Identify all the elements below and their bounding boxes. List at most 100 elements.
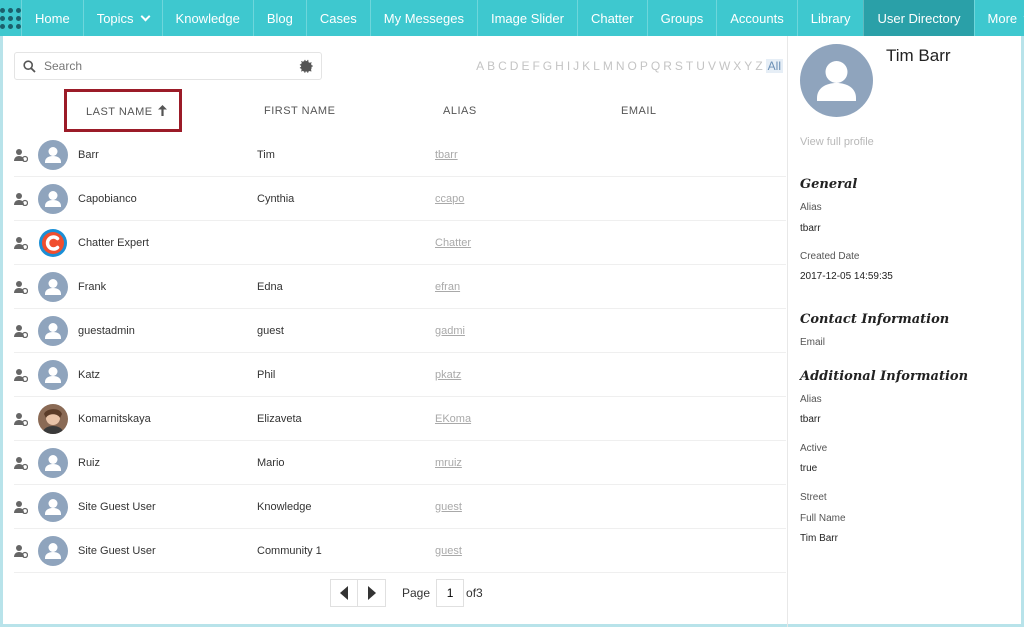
last-name-cell[interactable]: Ruiz — [78, 457, 100, 469]
alias-link[interactable]: gadmi — [435, 325, 465, 337]
user-follow-icon[interactable] — [14, 324, 28, 338]
table-row[interactable]: Chatter Expert Chatter — [14, 221, 786, 265]
letter-p[interactable]: P — [640, 59, 648, 73]
search-box — [14, 52, 322, 80]
last-name-cell[interactable]: guestadmin — [78, 325, 135, 337]
last-name-cell[interactable]: Site Guest User — [78, 545, 156, 557]
letter-s[interactable]: S — [675, 59, 683, 73]
last-name-cell[interactable]: Frank — [78, 281, 106, 293]
nav-blog[interactable]: Blog — [252, 0, 306, 36]
letter-j[interactable]: J — [573, 59, 579, 73]
user-follow-icon[interactable] — [14, 236, 28, 250]
header-last-name[interactable]: LAST NAME — [86, 105, 168, 118]
alias-link[interactable]: Chatter — [435, 237, 471, 249]
active-value: true — [800, 463, 818, 474]
letter-m[interactable]: M — [603, 59, 613, 73]
alias-link[interactable]: ccapo — [435, 193, 464, 205]
contact-section-title: Contact Information — [800, 312, 950, 327]
nav-user-directory[interactable]: User Directory — [863, 0, 974, 36]
user-follow-icon[interactable] — [14, 412, 28, 426]
letter-c[interactable]: C — [498, 59, 507, 73]
nav-topics[interactable]: Topics — [82, 0, 162, 36]
table-row[interactable]: Katz Phil pkatz — [14, 353, 786, 397]
letter-n[interactable]: N — [616, 59, 625, 73]
view-full-profile-link[interactable]: View full profile — [800, 136, 874, 148]
table-row[interactable]: guestadmin guest gadmi — [14, 309, 786, 353]
last-name-cell[interactable]: Katz — [78, 369, 100, 381]
triangle-left-icon — [340, 586, 348, 600]
last-name-cell[interactable]: Komarnitskaya — [78, 413, 151, 425]
letter-y[interactable]: Y — [744, 59, 752, 73]
table-row[interactable]: Barr Tim tbarr — [14, 133, 786, 177]
header-first-name[interactable]: FIRST NAME — [264, 105, 335, 117]
user-follow-icon[interactable] — [14, 456, 28, 470]
letter-w[interactable]: W — [719, 59, 730, 73]
alias-link[interactable]: EKoma — [435, 413, 471, 425]
letter-b[interactable]: B — [487, 59, 495, 73]
alias-link[interactable]: efran — [435, 281, 460, 293]
avatar — [38, 139, 68, 170]
nav-image-slider[interactable]: Image Slider — [476, 0, 577, 36]
table-row[interactable]: Ruiz Mario mruiz — [14, 441, 786, 485]
letter-v[interactable]: V — [708, 59, 716, 73]
letter-l[interactable]: L — [593, 59, 600, 73]
letter-e[interactable]: E — [521, 59, 529, 73]
nav-groups[interactable]: Groups — [646, 0, 717, 36]
alias-link[interactable]: mruiz — [435, 457, 462, 469]
header-alias[interactable]: ALIAS — [443, 105, 477, 117]
nav-accounts[interactable]: Accounts — [716, 0, 796, 36]
letter-q[interactable]: Q — [651, 59, 660, 73]
nav-my-messeges[interactable]: My Messeges — [369, 0, 477, 36]
letter-u[interactable]: U — [696, 59, 705, 73]
last-name-cell[interactable]: Chatter Expert — [78, 237, 149, 249]
letter-h[interactable]: H — [555, 59, 564, 73]
last-name-cell[interactable]: Capobianco — [78, 193, 137, 205]
letter-i[interactable]: I — [567, 59, 570, 73]
letter-o[interactable]: O — [628, 59, 637, 73]
user-follow-icon[interactable] — [14, 368, 28, 382]
letter-r[interactable]: R — [663, 59, 672, 73]
user-follow-icon[interactable] — [14, 544, 28, 558]
table-row[interactable]: Komarnitskaya Elizaveta EKoma — [14, 397, 786, 441]
table-row[interactable]: Frank Edna efran — [14, 265, 786, 309]
last-name-cell[interactable]: Site Guest User — [78, 501, 156, 513]
user-follow-icon[interactable] — [14, 192, 28, 206]
nav-cases[interactable]: Cases — [305, 0, 370, 36]
letter-k[interactable]: K — [582, 59, 590, 73]
nav-knowledge[interactable]: Knowledge — [161, 0, 253, 36]
letter-g[interactable]: G — [543, 59, 552, 73]
header-last-name-label: LAST NAME — [86, 106, 153, 118]
nav-library[interactable]: Library — [796, 0, 864, 36]
app-launcher-button[interactable] — [0, 0, 21, 36]
letter-t[interactable]: T — [686, 59, 693, 73]
table-row[interactable]: Site Guest User Community 1 guest — [14, 529, 786, 573]
avatar — [38, 447, 68, 478]
header-email[interactable]: EMAIL — [621, 105, 657, 117]
next-page-button[interactable] — [358, 579, 386, 607]
letter-d[interactable]: D — [510, 59, 519, 73]
app-grid-icon — [0, 7, 21, 29]
letter-x[interactable]: X — [733, 59, 741, 73]
last-name-cell[interactable]: Barr — [78, 149, 99, 161]
alias-link[interactable]: tbarr — [435, 149, 458, 161]
letter-all[interactable]: All — [765, 59, 783, 73]
letter-z[interactable]: Z — [755, 59, 762, 73]
user-follow-icon[interactable] — [14, 148, 28, 162]
user-follow-icon[interactable] — [14, 500, 28, 514]
user-follow-icon[interactable] — [14, 280, 28, 294]
alias-link[interactable]: guest — [435, 501, 462, 513]
table-row[interactable]: Site Guest User Knowledge guest — [14, 485, 786, 529]
alias-link[interactable]: guest — [435, 545, 462, 557]
gear-icon[interactable] — [299, 59, 313, 73]
user-photo-avatar — [38, 403, 68, 434]
nav-home[interactable]: Home — [21, 0, 83, 36]
nav-more[interactable]: More — [973, 0, 1024, 36]
prev-page-button[interactable] — [330, 579, 358, 607]
search-input[interactable] — [44, 59, 299, 73]
letter-f[interactable]: F — [532, 59, 539, 73]
letter-a[interactable]: A — [476, 59, 484, 73]
table-row[interactable]: Capobianco Cynthia ccapo — [14, 177, 786, 221]
nav-chatter[interactable]: Chatter — [576, 0, 647, 36]
page-number-input[interactable] — [436, 579, 465, 607]
alias-link[interactable]: pkatz — [435, 369, 461, 381]
